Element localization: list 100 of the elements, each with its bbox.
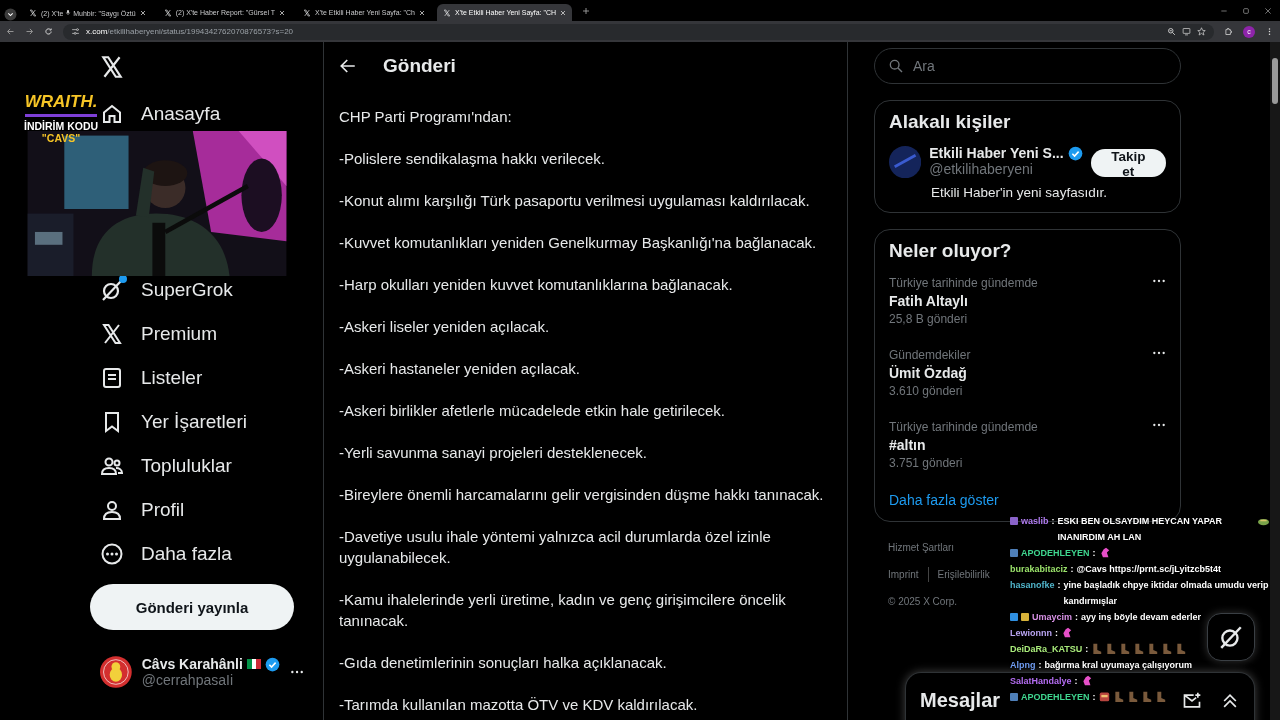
post-text-line: -Askeri liseler yeniden açılacak. — [339, 317, 551, 337]
extensions-icon — [1224, 27, 1233, 36]
close-icon — [1264, 6, 1272, 15]
post-text-line: -Kamu ihalelerinde yerli üretime, kadın ve genç girişimcilere öncelik tanınacak. — [339, 590, 787, 631]
chat-username: Lewionnn — [1010, 627, 1052, 640]
search-field[interactable]: Ara — [874, 48, 1181, 84]
chat-message: @Cavs https://prnt.sc/jLyitzcb5t4t — [1076, 563, 1221, 576]
trend-topic[interactable]: Fatih Altaylı — [889, 292, 1152, 310]
chat-message: bağırma kral uyumaya çalışıyorum — [1044, 659, 1193, 672]
grok-icon — [1218, 624, 1244, 650]
post-text-line: -Askeri hastaneler yeniden açılacak. — [339, 359, 581, 379]
nav-link[interactable]: Daha fazla — [100, 539, 232, 569]
zoom-icon — [1167, 27, 1176, 36]
x-logo-icon — [100, 322, 124, 346]
close-icon — [560, 9, 567, 16]
flag-icon — [246, 659, 261, 669]
account-name: Câvs Karahânli — [141, 656, 243, 672]
new-message-icon[interactable] — [1182, 690, 1202, 711]
post-text-line: -Tarımda kullanılan mazotta ÖTV ve KDV kaldırılacak. — [339, 695, 699, 715]
avatar-icon — [889, 145, 922, 179]
trend-post-count: 25,8 B gönderi — [889, 311, 969, 328]
chat-separator: : — [1038, 659, 1042, 672]
account-name[interactable]: Etkili Haber Yeni S... — [929, 145, 1064, 161]
boot-emote-icon — [1147, 643, 1159, 654]
chat-username: APODEHLEYEN — [1021, 547, 1090, 560]
follow-button[interactable]: Takip et — [1090, 149, 1166, 177]
post-button[interactable]: Gönderi yayınla — [90, 584, 294, 630]
chat-separator: : — [1074, 675, 1078, 688]
chat-separator: : — [1085, 643, 1089, 656]
nav-link[interactable]: Topluluklar — [100, 451, 232, 481]
chat-username: burakabitaciz — [1010, 563, 1068, 576]
forward-icon — [25, 27, 34, 36]
nav-link[interactable]: Premium — [100, 319, 217, 349]
grok-button[interactable] — [1207, 613, 1255, 661]
boot-emote-icon — [1112, 691, 1124, 702]
scrollbar[interactable] — [1270, 42, 1280, 720]
footer-link[interactable]: Imprint — [888, 567, 928, 582]
verified-icon — [1067, 145, 1083, 161]
account-bio: Etkili Haber'in yeni sayfasıdır. — [931, 185, 1108, 200]
figure-emote-icon — [1098, 547, 1110, 558]
trend-post-count: 3.751 gönderi — [889, 455, 964, 472]
x-logo-icon — [99, 54, 125, 80]
show-more-link[interactable]: Daha fazla göster — [889, 492, 999, 508]
back-icon[interactable] — [339, 57, 357, 75]
box-emote-icon — [1098, 691, 1110, 702]
boot-emote-icon — [1154, 691, 1166, 702]
promo-code: "CAVS" — [41, 132, 81, 144]
chat-username: APODEHLEYEN — [1021, 691, 1090, 704]
card-title: Alakalı kişiler — [889, 111, 1012, 133]
page-title: Gönderi — [383, 55, 456, 77]
restore-icon — [1242, 6, 1250, 15]
x-logo-icon — [303, 8, 312, 17]
post-text-line: -Polislere sendikalaşma hakkı verilecek. — [339, 149, 606, 169]
chat-separator: : — [1092, 691, 1096, 704]
sponsor-logo: WRAITH. — [24, 92, 98, 117]
nav-link[interactable]: Anasayfa — [100, 99, 221, 129]
footer-link[interactable]: Hizmet Şartları — [888, 540, 964, 555]
boot-emote-icon — [1105, 643, 1117, 654]
chat-username: waslib — [1021, 515, 1049, 528]
home-icon — [100, 102, 124, 126]
nav-link[interactable]: Yer İşaretleri — [100, 407, 247, 437]
nav-link[interactable]: Profil — [100, 495, 185, 525]
chat-separator: : — [1070, 563, 1074, 576]
chat-message: ESKI BEN OLSAYDIM HEYCAN YAPAR INANIRDIM AH LAN — [1057, 515, 1224, 544]
x-logo-icon — [163, 8, 172, 17]
close-icon — [139, 9, 146, 16]
chat-username: Alpng — [1010, 659, 1036, 672]
trend-context: Türkiye tarihinde gündemde — [889, 275, 1039, 292]
footer-link[interactable]: Erişilebilirlik — [927, 567, 999, 582]
post-text-line: -Davetiye usulu ihale yöntemi yalnızca acil durumlarda özel izinle uygulanabilecek. — [339, 527, 772, 568]
close-icon — [279, 9, 286, 16]
boot-emote-icon — [1140, 691, 1152, 702]
trend-topic[interactable]: #altın — [889, 436, 1152, 454]
post-text-line: -Askeri birlikler afetlerle mücadelede etkin hale getirilecek. — [339, 401, 726, 421]
post-text-line: -Bireylere önemli harcamalarını gelir vergisinden düşme hakkı tanınacak. — [339, 485, 825, 505]
chat-username: Umaycim — [1032, 611, 1073, 624]
new-tab-icon — [582, 6, 591, 15]
more-icon — [100, 542, 124, 566]
back-icon — [6, 27, 15, 36]
trend-context: Gündemdekiler — [889, 347, 972, 364]
chat-separator: : — [1055, 627, 1058, 640]
x-logo-icon — [29, 8, 37, 17]
post-text-line: -Harp okulları yeniden kuvvet komutanlıklarına bağlanacak. — [339, 275, 734, 295]
chat-separator: : — [1075, 611, 1079, 624]
copyright: © 2025 X Corp. — [888, 595, 958, 609]
post-text-line: -Yerli savunma sanayi projeleri desteklenecek. — [339, 443, 648, 463]
address-bar[interactable]: x.com/etkilihaberyeni/status/1994342762070876573?s=20 — [63, 23, 1214, 40]
account-handle: @etkilihaberyeni — [929, 161, 1034, 177]
trend-context: Türkiye tarihinde gündemde — [889, 419, 1039, 436]
boot-emote-icon — [1119, 643, 1131, 654]
boot-emote-icon — [1175, 643, 1187, 654]
chat-separator: : — [1051, 515, 1055, 528]
post-text-line: -Gıda denetimlerinin sonuçları halka açıklanacak. — [339, 653, 668, 673]
figure-emote-icon — [1061, 627, 1072, 638]
site-settings-icon — [71, 27, 80, 36]
chat-message: ayy inş böyle devam ederler — [1081, 611, 1202, 624]
nav-link[interactable]: Listeler — [100, 363, 203, 393]
cast-icon — [1182, 27, 1191, 36]
chat-separator: : — [1092, 547, 1096, 560]
trend-topic[interactable]: Ümit Özdağ — [889, 364, 1152, 382]
